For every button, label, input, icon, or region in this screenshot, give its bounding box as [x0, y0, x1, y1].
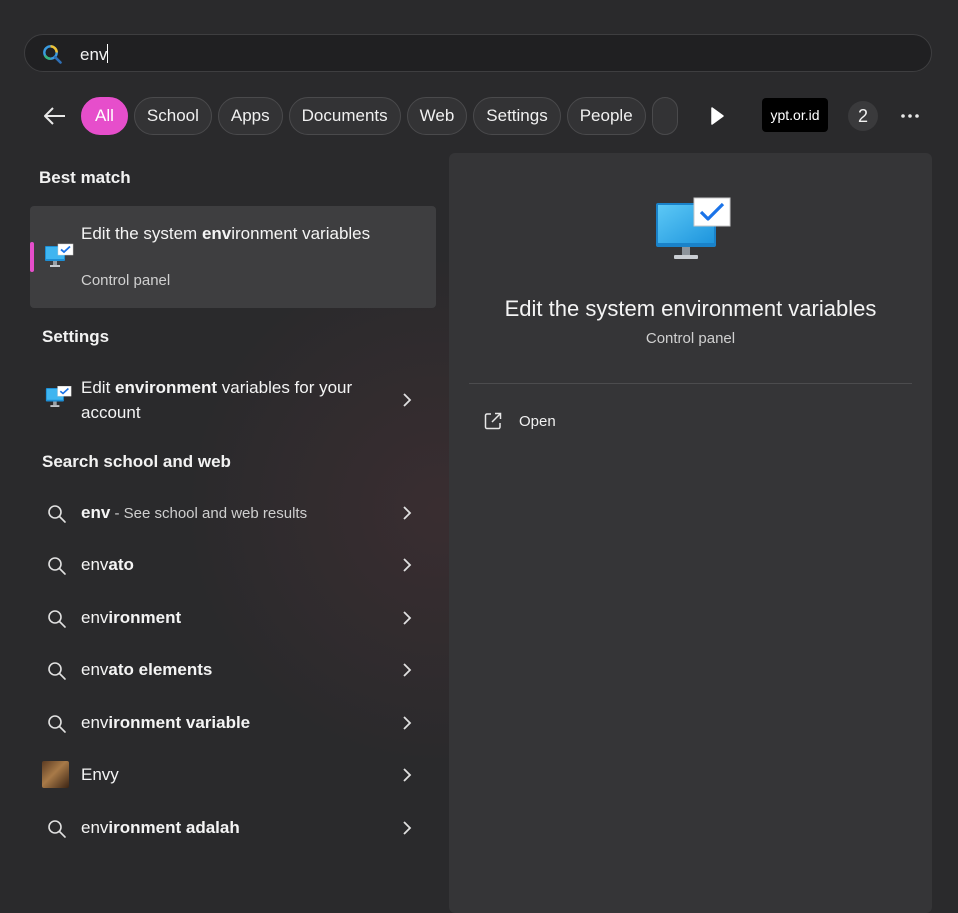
search-query[interactable]: env	[80, 44, 109, 65]
chevron-right-icon[interactable]	[401, 715, 413, 731]
preview-title: Edit the system environment variables	[504, 296, 877, 321]
search-icon	[48, 715, 66, 733]
web-suggestion-envato-elements[interactable]: envato elements	[30, 648, 436, 692]
web-suggestion-environment-adalah[interactable]: environment adalah	[30, 806, 436, 850]
control-panel-icon	[656, 197, 731, 259]
settings-result-label: Edit environment variables for your acco…	[81, 378, 353, 422]
search-icon	[48, 557, 66, 575]
org-brand-label[interactable]: ypt.or.id	[762, 98, 828, 132]
suggestion-text: envato	[81, 555, 134, 574]
suggestion-text: environment	[81, 608, 182, 627]
suggestion-text: environment adalah	[81, 818, 240, 837]
suggestion-text: environment variable	[81, 713, 251, 732]
suggestion-text: envato elements	[81, 660, 213, 679]
settings-result-env-variables[interactable]: Edit environment variables for your acco…	[30, 370, 436, 432]
text-caret	[107, 44, 109, 63]
back-arrow-icon[interactable]	[40, 101, 70, 131]
web-suggestion-envato[interactable]: envato	[30, 543, 436, 587]
filter-chip-settings[interactable]: Settings	[473, 97, 561, 135]
search-icon	[48, 662, 66, 680]
settings-heading: Settings	[42, 327, 110, 346]
search-web-heading: Search school and web	[42, 452, 231, 471]
suggestion-text: env - See school and web results	[81, 503, 308, 522]
divider	[469, 383, 912, 384]
filter-chip-all[interactable]: All	[81, 97, 128, 135]
preview-pane: Edit the system environment variables Co…	[449, 153, 932, 913]
filter-chips: All School Apps Documents Web Settings P…	[81, 97, 685, 135]
chevron-right-icon[interactable]	[401, 557, 413, 573]
web-suggestion-envy[interactable]: Envy	[30, 753, 436, 797]
filter-chip-web[interactable]: Web	[406, 97, 468, 135]
selection-indicator	[30, 242, 34, 272]
rewards-count-badge[interactable]: 2	[848, 101, 878, 131]
best-match-heading: Best match	[39, 168, 131, 187]
envy-thumbnail	[42, 761, 69, 788]
play-icon[interactable]	[704, 103, 730, 129]
control-panel-icon	[45, 386, 72, 407]
chevron-right-icon[interactable]	[401, 392, 413, 408]
search-icon	[43, 45, 62, 64]
web-suggestion-env[interactable]: env - See school and web results	[30, 491, 436, 535]
open-external-icon	[484, 412, 502, 430]
filter-chip-truncated[interactable]	[651, 97, 678, 135]
search-icon	[48, 610, 66, 628]
chevron-right-icon[interactable]	[401, 610, 413, 626]
web-suggestion-environment[interactable]: environment	[30, 596, 436, 640]
filter-chip-people[interactable]: People	[566, 97, 646, 135]
search-input[interactable]: env	[24, 34, 932, 72]
filter-chip-school[interactable]: School	[133, 97, 212, 135]
best-match-title: Edit the system environment variables	[81, 224, 371, 243]
search-icon	[48, 820, 66, 838]
search-icon	[48, 505, 66, 523]
filter-chip-apps[interactable]: Apps	[217, 97, 283, 135]
best-match-result[interactable]: Edit the system environment variables Co…	[30, 206, 436, 308]
more-options-icon[interactable]	[896, 104, 924, 128]
best-match-subtitle: Control panel	[81, 272, 171, 289]
chevron-right-icon[interactable]	[401, 505, 413, 521]
open-button[interactable]: Open	[469, 403, 669, 439]
control-panel-icon	[45, 243, 74, 267]
web-suggestion-environment-variable[interactable]: environment variable	[30, 701, 436, 745]
chevron-right-icon[interactable]	[401, 767, 413, 783]
open-label: Open	[519, 413, 556, 430]
chevron-right-icon[interactable]	[401, 820, 413, 836]
chevron-right-icon[interactable]	[401, 662, 413, 678]
suggestion-text: Envy	[81, 765, 119, 784]
preview-subtitle: Control panel	[645, 330, 736, 347]
filter-chip-documents[interactable]: Documents	[288, 97, 401, 135]
